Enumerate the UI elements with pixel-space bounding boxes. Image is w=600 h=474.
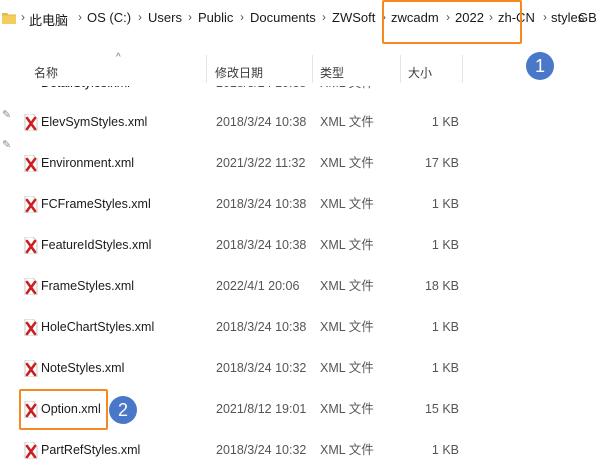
highlight-box-path: [382, 0, 522, 44]
breadcrumb-zwsoft[interactable]: ZWSoft: [332, 10, 375, 25]
file-date: 2018/3/24 10:38: [216, 320, 307, 334]
chevron-right-icon: ›: [543, 10, 547, 24]
file-name: HoleChartStyles.xml: [41, 320, 155, 334]
chevron-right-icon: ›: [138, 10, 142, 24]
file-name: FrameStyles.xml: [41, 279, 135, 293]
breadcrumb-this-pc[interactable]: 此电脑: [29, 10, 68, 29]
column-header-date[interactable]: 修改日期: [215, 64, 263, 81]
column-divider: [462, 55, 463, 83]
file-size: 1 KB: [431, 320, 459, 334]
breadcrumb-gb[interactable]: GB: [578, 10, 597, 25]
annotation-badge-1: 1: [526, 52, 554, 80]
xml-file-icon: [24, 442, 38, 459]
file-type: XML 文件: [320, 361, 374, 375]
breadcrumb-documents[interactable]: Documents: [250, 10, 316, 25]
file-name: NoteStyles.xml: [41, 361, 125, 375]
file-name: FCFrameStyles.xml: [41, 197, 151, 211]
file-size: 1 KB: [431, 238, 459, 252]
file-size: 1 KB: [431, 197, 459, 211]
chevron-right-icon: ›: [78, 10, 82, 24]
chevron-right-icon: ›: [322, 10, 326, 24]
file-date: 2021/3/22 11:32: [216, 156, 306, 170]
xml-file-icon: [24, 319, 38, 336]
column-header-name[interactable]: 名称: [34, 64, 58, 81]
file-type: XML 文件: [320, 197, 374, 211]
breadcrumb-public[interactable]: Public: [198, 10, 233, 25]
file-date: 2018/3/24 10:38: [216, 115, 307, 129]
breadcrumb-os-c[interactable]: OS (C:): [87, 10, 131, 25]
file-size: 1 KB: [431, 115, 459, 129]
file-size: 15 KB: [424, 402, 459, 416]
chevron-right-icon: ›: [240, 10, 244, 24]
xml-file-icon: [24, 155, 38, 172]
file-type: XML 文件: [320, 443, 374, 457]
breadcrumb-users[interactable]: Users: [148, 10, 182, 25]
file-name: PartRefStyles.xml: [41, 443, 141, 457]
column-header-type[interactable]: 类型: [320, 64, 344, 81]
xml-file-icon: [24, 237, 38, 254]
file-date: 2018/3/24 10:32: [216, 443, 307, 457]
file-date: 2022/4/1 20:06: [216, 279, 300, 293]
xml-file-icon: [24, 114, 38, 131]
table-row[interactable]: FrameStyles.xml 2022/4/1 20:06 XML 文件 18…: [20, 266, 468, 307]
xml-file-icon: [24, 196, 38, 213]
annotation-badge-2: 2: [109, 396, 137, 424]
column-divider: [400, 55, 401, 83]
file-date: 2018/3/24 10:32: [216, 361, 307, 375]
file-size: 18 KB: [424, 279, 459, 293]
folder-icon: [2, 13, 16, 24]
table-row[interactable]: Environment.xml 2021/3/22 11:32 XML 文件 1…: [20, 143, 468, 184]
file-type: XML 文件: [320, 115, 374, 129]
file-size: 1 KB: [431, 443, 459, 457]
table-row[interactable]: ElevSymStyles.xml 2018/3/24 10:38 XML 文件…: [20, 102, 468, 143]
column-divider: [206, 55, 207, 83]
column-header-size[interactable]: 大小: [408, 64, 432, 81]
file-name: ElevSymStyles.xml: [41, 115, 148, 129]
table-row[interactable]: FCFrameStyles.xml 2018/3/24 10:38 XML 文件…: [20, 184, 468, 225]
file-type: XML 文件: [320, 320, 374, 334]
chevron-right-icon: ›: [188, 10, 192, 24]
column-divider: [312, 55, 313, 83]
file-size: 1 KB: [431, 361, 459, 375]
file-name: FeatureIdStyles.xml: [41, 238, 152, 252]
highlight-box-option: [19, 389, 108, 430]
file-name: Environment.xml: [41, 156, 135, 170]
xml-file-icon: [24, 278, 38, 295]
file-size: 17 KB: [424, 156, 459, 170]
table-row[interactable]: HoleChartStyles.xml 2018/3/24 10:38 XML …: [20, 307, 468, 348]
table-row[interactable]: PartRefStyles.xml 2018/3/24 10:32 XML 文件…: [20, 430, 468, 471]
file-type: XML 文件: [320, 238, 374, 252]
xml-file-icon: [24, 360, 38, 377]
chevron-right-icon: ›: [21, 10, 25, 24]
sort-ascending-icon: ^: [116, 52, 121, 63]
file-date: 2018/3/24 10:38: [216, 197, 307, 211]
file-date: 2018/3/24 10:38: [216, 238, 307, 252]
file-type: XML 文件: [320, 279, 374, 293]
file-date: 2021/8/12 19:01: [216, 402, 307, 416]
file-type: XML 文件: [320, 156, 374, 170]
table-row[interactable]: NoteStyles.xml 2018/3/24 10:32 XML 文件 1 …: [20, 348, 468, 389]
table-row[interactable]: FeatureIdStyles.xml 2018/3/24 10:38 XML …: [20, 225, 468, 266]
file-type: XML 文件: [320, 402, 374, 416]
